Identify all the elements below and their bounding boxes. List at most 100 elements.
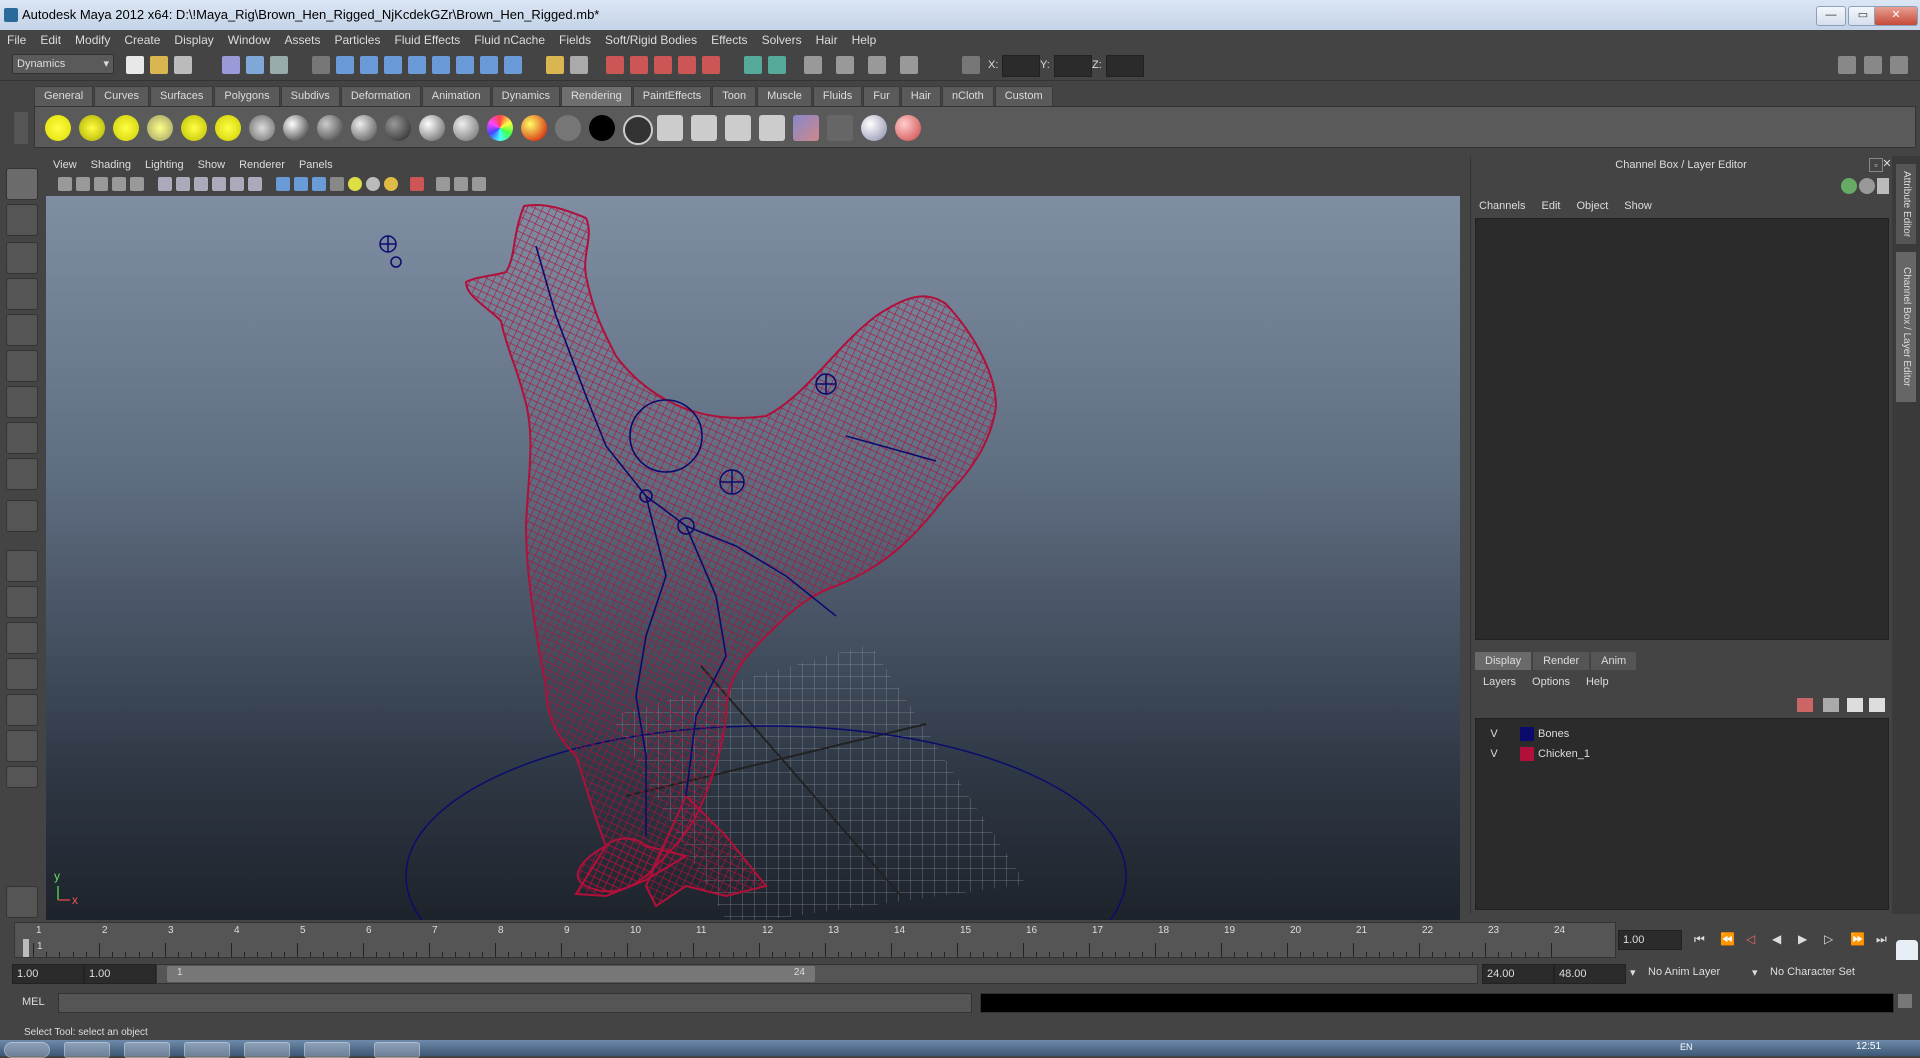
four-view-layout-icon[interactable]: [6, 586, 38, 618]
help-menu[interactable]: Help: [1578, 672, 1617, 692]
use-background-icon[interactable]: [589, 115, 615, 141]
single-perspective-layout-icon[interactable]: [6, 550, 38, 582]
viewport-menu-view[interactable]: View: [46, 156, 84, 174]
batch-render-icon[interactable]: [725, 115, 751, 141]
show-menu[interactable]: Show: [1616, 196, 1660, 216]
snap-point-icon[interactable]: [384, 56, 402, 74]
image-plane-icon[interactable]: [112, 177, 126, 191]
script-editor-icon[interactable]: [6, 886, 38, 918]
z-input[interactable]: [1106, 55, 1144, 77]
shelf-tab-animation[interactable]: Animation: [421, 86, 491, 106]
persp-graph-layout-icon[interactable]: [6, 658, 38, 690]
menu-hair[interactable]: Hair: [809, 30, 845, 50]
wireframe-on-shaded-icon[interactable]: [312, 177, 326, 191]
mask-dropdown-icon[interactable]: [312, 56, 330, 74]
shelf-menu-icon[interactable]: [14, 112, 28, 144]
render-current-icon[interactable]: [657, 115, 683, 141]
menu-fluid-effects[interactable]: Fluid Effects: [387, 30, 467, 50]
show-hide-modeling-icon[interactable]: [744, 56, 762, 74]
gate-mask-icon[interactable]: [212, 177, 226, 191]
shelf-tab-rendering[interactable]: Rendering: [560, 86, 632, 106]
ramp-shader-icon[interactable]: [487, 115, 513, 141]
object-menu[interactable]: Object: [1568, 196, 1616, 216]
show-hide-tool-settings-icon[interactable]: [768, 56, 786, 74]
panel-layout-2-icon[interactable]: [1864, 56, 1882, 74]
render-current-frame-icon[interactable]: [606, 56, 624, 74]
attribute-editor-icon[interactable]: [804, 56, 822, 74]
anim-layer-dropdown[interactable]: No Anim Layer: [1648, 966, 1720, 978]
open-scene-icon[interactable]: [150, 56, 168, 74]
menu-edit[interactable]: Edit: [33, 30, 68, 50]
two-d-pan-zoom-icon[interactable]: [130, 177, 144, 191]
shelf-tab-subdivs[interactable]: Subdivs: [280, 86, 340, 106]
tool-settings-icon[interactable]: [836, 56, 854, 74]
input-output-icon[interactable]: [480, 56, 498, 74]
lock-icon[interactable]: [546, 56, 564, 74]
render-view-shelf-icon[interactable]: [827, 115, 853, 141]
layer-tab-anim[interactable]: Anim: [1591, 652, 1637, 670]
select-tool-icon[interactable]: [6, 168, 38, 200]
channel-box-icon[interactable]: [868, 56, 886, 74]
range-slider[interactable]: 1 24: [156, 964, 1478, 984]
snap-grid-icon[interactable]: [336, 56, 354, 74]
blinn-material-icon[interactable]: [317, 115, 343, 141]
film-gate-icon[interactable]: [176, 177, 190, 191]
viewport-menu-renderer[interactable]: Renderer: [232, 156, 292, 174]
phong-e-material-icon[interactable]: [453, 115, 479, 141]
mental-ray-icon[interactable]: [861, 115, 887, 141]
command-input[interactable]: [58, 993, 972, 1013]
go-to-end-icon[interactable]: ⏭: [1876, 932, 1887, 947]
menu-soft-rigid-bodies[interactable]: Soft/Rigid Bodies: [598, 30, 704, 50]
history-icon[interactable]: [456, 56, 474, 74]
keyboard-language[interactable]: EN: [1680, 1042, 1693, 1052]
shading-map-icon[interactable]: [521, 115, 547, 141]
menu-file[interactable]: File: [0, 30, 33, 50]
universal-manipulator-icon[interactable]: [6, 386, 38, 418]
lambert-material-icon[interactable]: [351, 115, 377, 141]
mel-label[interactable]: MEL: [22, 996, 45, 1008]
persp-graph-hypergraph-layout-icon[interactable]: [6, 730, 38, 762]
go-to-start-icon[interactable]: ⏮: [1694, 932, 1705, 947]
menu-assets[interactable]: Assets: [277, 30, 327, 50]
shelf-tab-custom[interactable]: Custom: [994, 86, 1053, 106]
wireframe-icon[interactable]: [276, 177, 290, 191]
ocean-shader-icon[interactable]: [623, 115, 653, 145]
lasso-tool-icon[interactable]: [6, 204, 38, 236]
scale-tool-icon[interactable]: [6, 350, 38, 382]
step-back-frame-icon[interactable]: ◁: [1746, 932, 1755, 946]
current-time-field[interactable]: 1.00: [1618, 930, 1682, 950]
play-backwards-icon[interactable]: ◀: [1772, 932, 1781, 946]
chevron-down-icon[interactable]: ▾: [1630, 966, 1636, 979]
menu-help[interactable]: Help: [845, 30, 884, 50]
surface-shader-icon[interactable]: [555, 115, 581, 141]
menu-fields[interactable]: Fields: [552, 30, 598, 50]
ambient-light-icon[interactable]: [45, 115, 71, 141]
tail-control[interactable]: [815, 373, 837, 395]
y-input[interactable]: [1054, 55, 1092, 77]
phong-material-icon[interactable]: [419, 115, 445, 141]
show-manipulator-icon[interactable]: [6, 458, 38, 490]
high-quality-icon[interactable]: [384, 177, 398, 191]
play-forwards-icon[interactable]: ▶: [1798, 932, 1807, 946]
camera-icon[interactable]: [249, 115, 275, 141]
menu-effects[interactable]: Effects: [704, 30, 754, 50]
make-live-icon[interactable]: [432, 56, 450, 74]
render-settings-shelf-icon[interactable]: [759, 115, 785, 141]
close-button[interactable]: ✕: [1874, 6, 1918, 26]
rotate-tool-icon[interactable]: [6, 314, 38, 346]
channel-box-icon-2[interactable]: [1859, 178, 1875, 194]
resolution-gate-icon[interactable]: [194, 177, 208, 191]
channel-box-tab[interactable]: Channel Box / Layer Editor: [1896, 252, 1916, 402]
layers-menu[interactable]: Layers: [1475, 672, 1524, 692]
shelf-tab-dynamics[interactable]: Dynamics: [491, 86, 560, 106]
character-set-dropdown[interactable]: No Character Set: [1770, 966, 1855, 978]
layer-row-bones[interactable]: V Bones: [1486, 725, 1569, 743]
channel-box-area[interactable]: [1475, 218, 1889, 640]
soft-modification-icon[interactable]: [6, 422, 38, 454]
layout-options-icon[interactable]: [6, 766, 38, 788]
xray-icon[interactable]: [436, 177, 450, 191]
anisotropic-material-icon[interactable]: [283, 115, 309, 141]
shelf-tab-fur[interactable]: Fur: [863, 86, 900, 106]
menu-fluid-ncache[interactable]: Fluid nCache: [467, 30, 552, 50]
x-input[interactable]: [1002, 55, 1040, 77]
